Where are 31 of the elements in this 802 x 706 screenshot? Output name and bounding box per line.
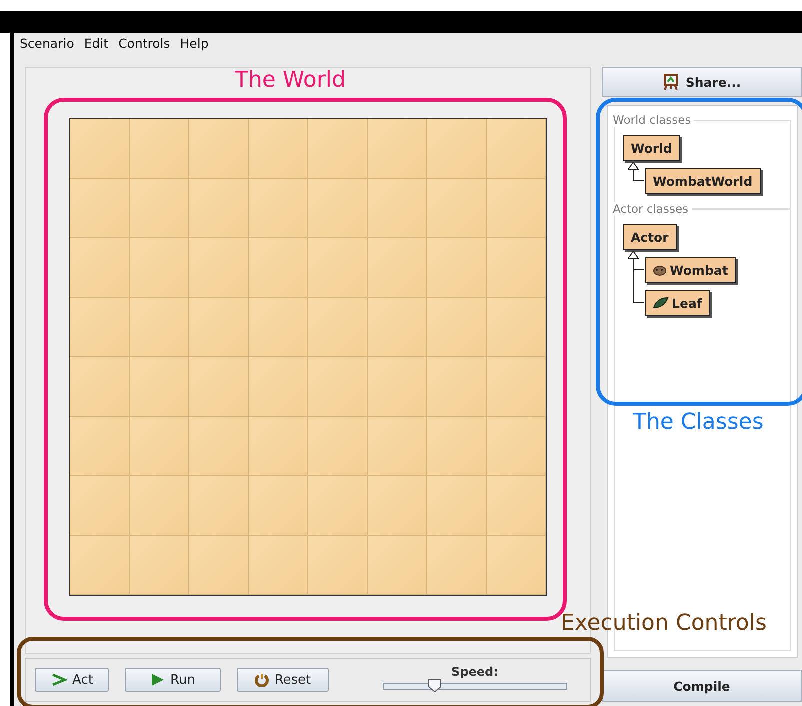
act-button[interactable]: Act <box>35 668 109 692</box>
group-label: World classes <box>613 113 694 127</box>
annotation-label: The World <box>235 68 346 93</box>
annotation-label: Execution Controls <box>561 611 767 636</box>
wombat-icon <box>653 264 667 276</box>
easel-icon <box>662 73 679 91</box>
speed-slider[interactable] <box>383 682 567 690</box>
chevron-icon <box>50 673 67 687</box>
play-icon <box>150 673 165 687</box>
reset-button[interactable]: Reset <box>237 668 329 692</box>
leaf-icon <box>653 297 669 309</box>
class-box[interactable]: WombatWorld <box>645 168 761 194</box>
inheritance-arrow-icon <box>628 162 639 170</box>
group-label: Actor classes <box>613 202 692 216</box>
menu-item[interactable]: Edit <box>83 36 110 50</box>
speed-label: Speed: <box>452 664 498 678</box>
compile-button[interactable]: Compile <box>602 670 802 702</box>
menu-item[interactable]: Help <box>179 36 210 50</box>
annotation-label: The Classes <box>633 410 764 435</box>
menu-item[interactable]: Scenario <box>19 36 76 50</box>
class-box[interactable]: Leaf <box>645 290 710 316</box>
class-box[interactable]: World <box>623 135 680 161</box>
connector-line <box>633 170 644 180</box>
inheritance-arrow-icon <box>628 251 639 259</box>
share-button[interactable]: Share... <box>602 67 802 97</box>
menu-item[interactable]: Controls <box>118 36 172 50</box>
run-button[interactable]: Run <box>125 668 221 692</box>
reset-icon <box>254 673 269 687</box>
class-box[interactable]: Wombat <box>645 257 736 283</box>
class-box[interactable]: Actor <box>623 224 677 250</box>
slider-thumb[interactable] <box>428 678 442 692</box>
